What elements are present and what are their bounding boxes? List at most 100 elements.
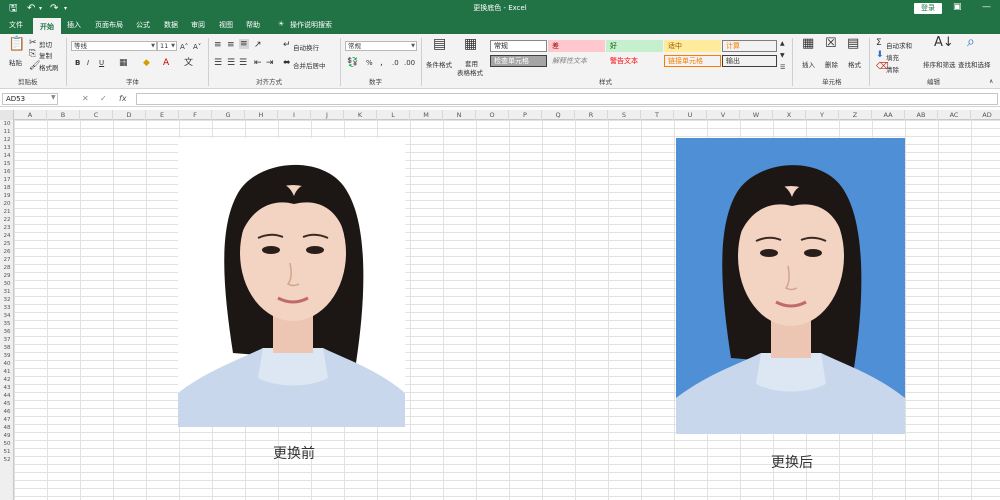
column-header[interactable]: T <box>641 110 674 120</box>
align-center-icon[interactable]: ☰ <box>227 58 235 68</box>
photo-before[interactable] <box>178 138 405 427</box>
column-header[interactable]: J <box>311 110 344 120</box>
tab-data[interactable]: 数据 <box>164 20 178 30</box>
row-header[interactable]: 14 <box>0 152 14 160</box>
copy-icon[interactable]: ⎘ <box>29 49 36 59</box>
column-header[interactable]: O <box>476 110 509 120</box>
clear-button[interactable]: 清除 <box>886 64 899 74</box>
tab-insert[interactable]: 插入 <box>67 20 81 30</box>
row-header[interactable]: 32 <box>0 296 14 304</box>
conditional-formatting-icon[interactable]: ▤ <box>433 37 446 51</box>
increase-decimal-icon[interactable]: .0 <box>392 58 399 68</box>
style-neutral[interactable]: 适中 <box>664 40 721 52</box>
wrap-text-icon[interactable]: ↵ <box>283 40 291 50</box>
align-bottom-icon[interactable]: ≡ <box>239 39 249 49</box>
row-header[interactable]: 52 <box>0 456 14 464</box>
font-size-combo[interactable]: 11 ▼ <box>157 41 177 51</box>
column-header[interactable]: A <box>14 110 47 120</box>
column-header[interactable]: W <box>740 110 773 120</box>
merge-center-button[interactable]: 合并后居中 <box>293 60 326 70</box>
row-header[interactable]: 19 <box>0 192 14 200</box>
font-color-icon[interactable]: A <box>163 58 169 68</box>
merge-center-icon[interactable]: ⬌ <box>283 58 291 68</box>
wrap-text-button[interactable]: 自动换行 <box>293 42 319 52</box>
column-header[interactable]: D <box>113 110 146 120</box>
style-calculation[interactable]: 计算 <box>722 40 777 52</box>
row-header[interactable]: 28 <box>0 264 14 272</box>
bold-button[interactable]: B <box>75 59 80 68</box>
decrease-decimal-icon[interactable]: .00 <box>404 58 415 68</box>
delete-cells-icon[interactable]: ☒ <box>825 37 837 50</box>
row-header[interactable]: 12 <box>0 136 14 144</box>
row-header[interactable]: 11 <box>0 128 14 136</box>
phonetic-icon[interactable]: 文 <box>184 58 193 68</box>
column-header[interactable]: AC <box>938 110 971 120</box>
column-header[interactable]: G <box>212 110 245 120</box>
autosum-icon[interactable]: Σ <box>876 38 882 48</box>
row-header[interactable]: 13 <box>0 144 14 152</box>
row-header[interactable]: 23 <box>0 224 14 232</box>
format-cells-button[interactable]: 格式 <box>848 59 861 69</box>
row-header[interactable]: 50 <box>0 440 14 448</box>
column-header[interactable]: Q <box>542 110 575 120</box>
conditional-formatting-button[interactable]: 条件格式 <box>426 59 452 69</box>
row-header[interactable]: 27 <box>0 256 14 264</box>
login-button[interactable]: 登录 <box>914 3 942 14</box>
tab-review[interactable]: 审阅 <box>191 20 205 30</box>
align-top-icon[interactable]: ≡ <box>214 40 222 50</box>
cut-button[interactable]: 剪切 <box>39 39 52 49</box>
row-header[interactable]: 44 <box>0 392 14 400</box>
row-header[interactable]: 22 <box>0 216 14 224</box>
tell-me-search[interactable]: 操作说明搜索 <box>290 20 332 30</box>
autosum-button[interactable]: 自动求和 <box>886 40 912 50</box>
row-header[interactable]: 41 <box>0 368 14 376</box>
column-header[interactable]: K <box>344 110 377 120</box>
minimize-icon[interactable]: — <box>982 2 991 12</box>
row-header[interactable]: 18 <box>0 184 14 192</box>
column-header[interactable]: M <box>410 110 443 120</box>
select-all-corner[interactable] <box>0 110 14 120</box>
borders-icon[interactable]: ▦ <box>119 58 128 68</box>
column-header[interactable]: AD <box>971 110 1000 120</box>
insert-cells-button[interactable]: 插入 <box>802 59 815 69</box>
row-header[interactable]: 43 <box>0 384 14 392</box>
styles-scroll-down-icon[interactable]: ▼ <box>780 51 785 61</box>
formula-input[interactable] <box>136 93 998 105</box>
row-header[interactable]: 34 <box>0 312 14 320</box>
row-header[interactable]: 46 <box>0 408 14 416</box>
row-header[interactable]: 10 <box>0 120 14 128</box>
comma-style-icon[interactable]: , <box>380 58 383 68</box>
tab-home[interactable]: 开始 <box>33 18 61 34</box>
format-as-table-label-2[interactable]: 表格格式 <box>457 67 483 77</box>
align-left-icon[interactable]: ☰ <box>214 58 222 68</box>
row-header[interactable]: 40 <box>0 360 14 368</box>
find-select-button[interactable]: 查找和选择 <box>958 59 991 69</box>
paste-button[interactable]: 粘贴 <box>9 57 22 67</box>
row-header[interactable]: 35 <box>0 320 14 328</box>
delete-cells-button[interactable]: 删除 <box>825 59 838 69</box>
row-header[interactable]: 30 <box>0 280 14 288</box>
orientation-icon[interactable]: ↗ <box>254 40 262 50</box>
name-box[interactable]: AD53 <box>2 93 58 105</box>
tab-file[interactable]: 文件 <box>9 20 23 30</box>
row-header[interactable]: 48 <box>0 424 14 432</box>
copy-button[interactable]: 复制 <box>39 50 52 60</box>
format-cells-icon[interactable]: ▤ <box>847 37 859 50</box>
align-middle-icon[interactable]: ≡ <box>227 40 235 50</box>
font-name-combo[interactable]: 等线 ▼ <box>71 41 157 51</box>
row-header[interactable]: 51 <box>0 448 14 456</box>
column-header[interactable]: S <box>608 110 641 120</box>
insert-cells-icon[interactable]: ▦ <box>802 37 814 50</box>
name-box-dropdown-icon[interactable]: ▼ <box>51 94 56 101</box>
styles-scroll-up-icon[interactable]: ▲ <box>780 39 785 49</box>
increase-indent-icon[interactable]: ⇥ <box>266 58 274 68</box>
fill-icon[interactable]: ⬇ <box>876 50 884 60</box>
increase-font-icon[interactable]: A˄ <box>180 42 188 52</box>
column-header[interactable]: I <box>278 110 311 120</box>
row-header[interactable]: 20 <box>0 200 14 208</box>
column-header[interactable]: AA <box>872 110 905 120</box>
column-header[interactable]: R <box>575 110 608 120</box>
number-format-combo[interactable]: 常规 ▼ <box>345 41 417 51</box>
style-bad[interactable]: 差 <box>548 40 605 52</box>
column-header[interactable]: Z <box>839 110 872 120</box>
